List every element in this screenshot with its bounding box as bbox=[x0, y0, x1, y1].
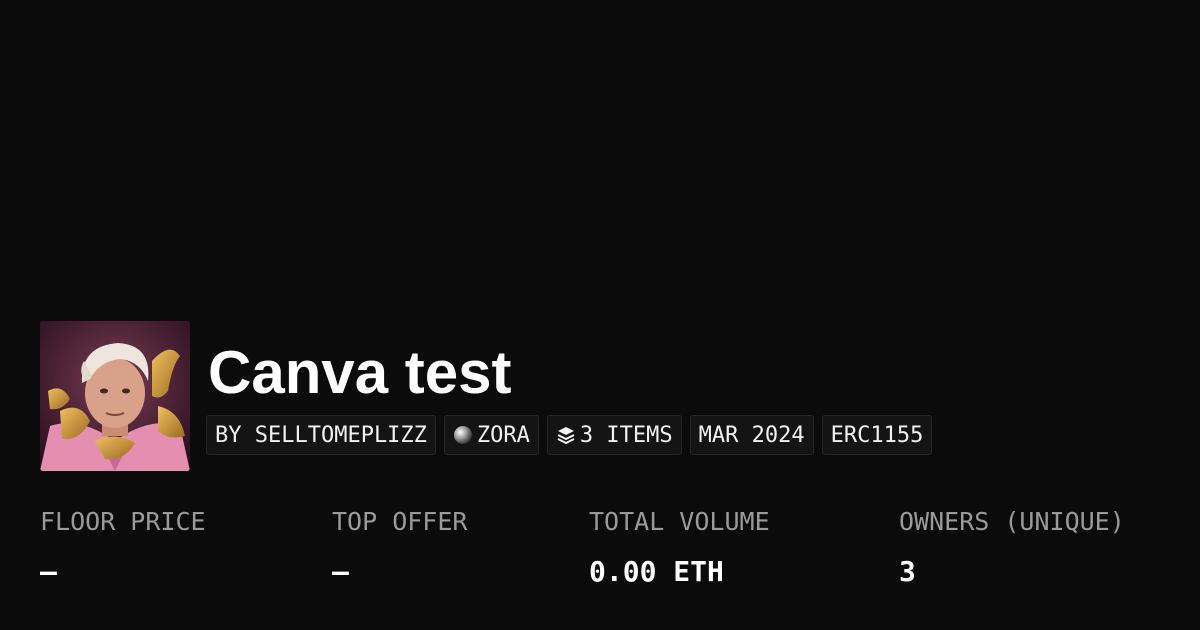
total-volume-value: 0.00 ETH bbox=[589, 555, 724, 588]
owners-stat: OWNERS (UNIQUE) 3 bbox=[899, 505, 1125, 589]
items-label: 3 ITEMS bbox=[579, 422, 673, 448]
top-offer-stat: TOP OFFER – bbox=[332, 505, 467, 589]
date-label: MAR 2024 bbox=[698, 422, 805, 448]
floor-price-value: – bbox=[40, 555, 57, 588]
top-offer-label: TOP OFFER bbox=[332, 507, 468, 536]
owners-label: OWNERS (UNIQUE) bbox=[899, 507, 1125, 536]
creator-tag[interactable]: BY SELLTOMEPLIZZ bbox=[206, 415, 436, 455]
collection-tags: BY SELLTOMEPLIZZ ZORA 3 ITEMS MAR 2024 E… bbox=[206, 415, 933, 455]
owners-value: 3 bbox=[899, 555, 916, 588]
layers-icon bbox=[556, 425, 576, 445]
chain-label: ZORA bbox=[476, 422, 530, 448]
token-standard-tag: ERC1155 bbox=[821, 415, 933, 455]
collection-title: Canva test bbox=[208, 339, 512, 406]
date-tag: MAR 2024 bbox=[689, 415, 814, 455]
total-volume-stat: TOTAL VOLUME 0.00 ETH bbox=[589, 505, 770, 589]
total-volume-label: TOTAL VOLUME bbox=[589, 507, 770, 536]
creator-label: BY SELLTOMEPLIZZ bbox=[215, 422, 427, 448]
floor-price-label: FLOOR PRICE bbox=[40, 507, 206, 536]
collection-banner bbox=[0, 0, 1200, 300]
collection-avatar[interactable] bbox=[40, 321, 190, 471]
top-offer-value: – bbox=[332, 555, 349, 588]
token-standard-label: ERC1155 bbox=[830, 422, 924, 448]
floor-price-stat: FLOOR PRICE – bbox=[40, 505, 206, 589]
collection-artwork-image bbox=[40, 321, 190, 471]
chain-tag[interactable]: ZORA bbox=[443, 415, 539, 455]
items-tag[interactable]: 3 ITEMS bbox=[546, 415, 682, 455]
zora-orb-icon bbox=[453, 425, 473, 445]
